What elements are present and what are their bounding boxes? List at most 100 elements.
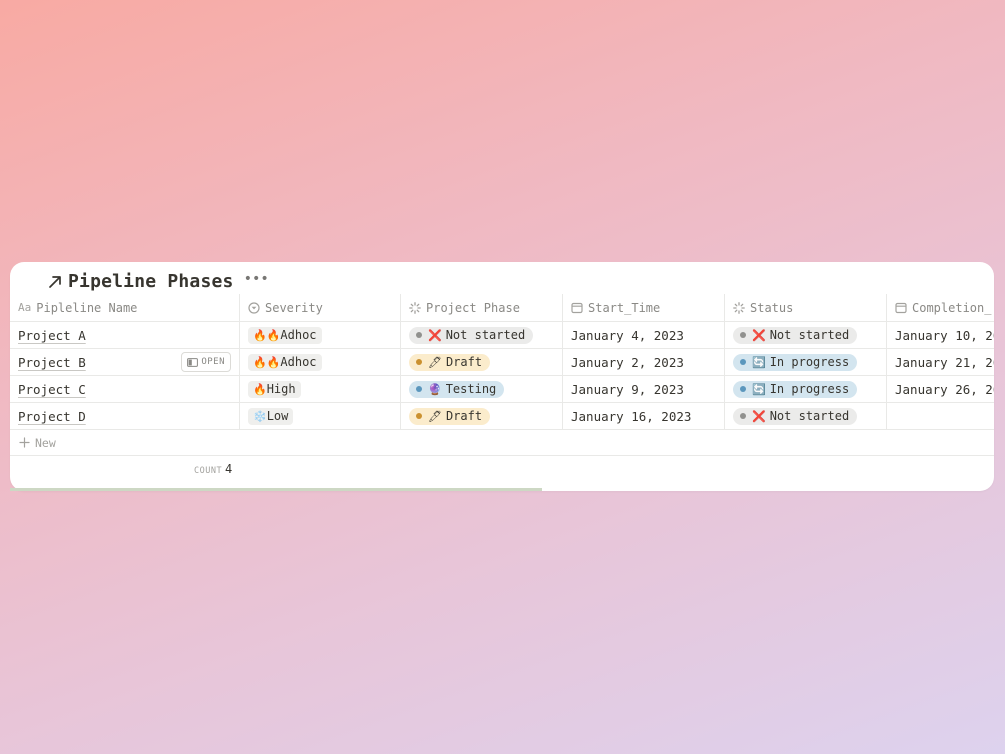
- phase-status-pill: 🖊 Draft: [409, 353, 491, 371]
- table-row[interactable]: Project D ❄️ Low 🖊 Draft January 16, 202…: [10, 403, 994, 430]
- more-options-icon[interactable]: •••: [244, 271, 269, 287]
- calendar-icon: [895, 302, 907, 314]
- cross-mark-icon: ❌: [428, 328, 442, 342]
- severity-cell[interactable]: 🔥🔥 Adhoc: [240, 349, 401, 375]
- severity-label: Adhoc: [280, 328, 317, 342]
- column-header-severity[interactable]: Severity: [240, 294, 401, 321]
- status-cell[interactable]: 🔄 In progress: [725, 376, 887, 402]
- column-header-status[interactable]: Status: [725, 294, 887, 321]
- severity-label: Adhoc: [280, 355, 317, 369]
- status-cell[interactable]: 🔄 In progress: [725, 349, 887, 375]
- status-dot-icon: [416, 413, 422, 419]
- completion-date: January 21, 20: [895, 354, 994, 370]
- text-property-icon: Aa: [18, 301, 32, 314]
- database-title[interactable]: Pipeline Phases: [68, 271, 234, 292]
- table-row[interactable]: Project B OPEN 🔥🔥 Adhoc 🖊 Draft January …: [10, 349, 994, 376]
- database-title-row: Pipeline Phases •••: [48, 268, 269, 294]
- table-row[interactable]: Project C 🔥 High 🔮 Testing January 9, 20…: [10, 376, 994, 403]
- name-cell[interactable]: Project C: [10, 376, 240, 402]
- fire-icon: 🔥🔥: [253, 328, 281, 342]
- row-title[interactable]: Project C: [18, 382, 86, 397]
- column-header-label: Completion_: [912, 300, 992, 315]
- completion-cell[interactable]: January 26, 20: [887, 376, 994, 402]
- status-property-icon: [733, 301, 745, 314]
- start-date: January 4, 2023: [571, 327, 684, 343]
- select-property-icon: [248, 301, 260, 314]
- status-dot-icon: [416, 359, 422, 365]
- linked-database-arrow-icon[interactable]: [48, 274, 62, 288]
- column-header-label: Status: [750, 300, 794, 315]
- calculation-row: COUNT 4: [10, 456, 994, 482]
- database-table: Aa Pipleline Name Severity Project Phase: [10, 294, 994, 482]
- completion-cell[interactable]: January 10, 20: [887, 322, 994, 348]
- completion-date: January 26, 20: [895, 381, 994, 397]
- status-dot-icon: [740, 386, 746, 392]
- fire-icon: 🔥: [253, 382, 267, 396]
- new-row-label: New: [35, 435, 56, 450]
- start-time-cell[interactable]: January 16, 2023: [563, 403, 725, 429]
- pen-icon: 🖊: [428, 409, 442, 423]
- name-cell[interactable]: Project B OPEN: [10, 349, 240, 375]
- open-page-button[interactable]: OPEN: [181, 352, 231, 372]
- open-button-label: OPEN: [201, 357, 225, 367]
- status-dot-icon: [740, 413, 746, 419]
- start-time-cell[interactable]: January 2, 2023: [563, 349, 725, 375]
- severity-label: Low: [266, 409, 289, 423]
- status-label: Not started: [769, 328, 850, 342]
- row-title[interactable]: Project A: [18, 328, 86, 343]
- column-header-completion[interactable]: Completion_: [887, 294, 994, 321]
- open-panel-icon: [187, 357, 199, 367]
- completion-cell[interactable]: January 21, 20: [887, 349, 994, 375]
- status-cell[interactable]: ❌ Not started: [725, 403, 887, 429]
- cross-mark-icon: ❌: [752, 409, 766, 423]
- phase-cell[interactable]: ❌ Not started: [401, 322, 563, 348]
- phase-cell[interactable]: 🔮 Testing: [401, 376, 563, 402]
- row-title[interactable]: Project D: [18, 409, 86, 424]
- severity-tag: 🔥🔥 Adhoc: [248, 326, 322, 344]
- row-title[interactable]: Project B: [18, 355, 86, 370]
- status-cell[interactable]: ❌ Not started: [725, 322, 887, 348]
- count-label[interactable]: COUNT: [194, 466, 222, 476]
- severity-tag: 🔥🔥 Adhoc: [248, 353, 322, 371]
- name-cell[interactable]: Project D: [10, 403, 240, 429]
- horizontal-scrollbar[interactable]: [10, 488, 542, 491]
- count-value: 4: [225, 462, 233, 476]
- crystal-ball-icon: 🔮: [428, 382, 442, 396]
- column-header-project-phase[interactable]: Project Phase: [401, 294, 563, 321]
- refresh-icon: 🔄: [752, 355, 766, 369]
- completion-cell[interactable]: [887, 403, 994, 429]
- column-header-label: Severity: [265, 300, 323, 315]
- severity-cell[interactable]: 🔥 High: [240, 376, 401, 402]
- severity-tag: 🔥 High: [248, 380, 301, 398]
- name-cell[interactable]: Project A: [10, 322, 240, 348]
- status-label: In progress: [769, 355, 850, 369]
- status-dot-icon: [740, 359, 746, 365]
- phase-status-pill: 🖊 Draft: [409, 407, 491, 425]
- severity-tag: ❄️ Low: [248, 407, 294, 425]
- severity-label: High: [266, 382, 296, 396]
- new-row-button[interactable]: New: [10, 430, 994, 456]
- phase-cell[interactable]: 🖊 Draft: [401, 403, 563, 429]
- start-time-cell[interactable]: January 9, 2023: [563, 376, 725, 402]
- table-row[interactable]: Project A 🔥🔥 Adhoc ❌ Not started January…: [10, 322, 994, 349]
- phase-status-pill: ❌ Not started: [409, 326, 534, 344]
- column-header-label: Start_Time: [588, 300, 661, 315]
- phase-cell[interactable]: 🖊 Draft: [401, 349, 563, 375]
- column-header-start-time[interactable]: Start_Time: [563, 294, 725, 321]
- start-time-cell[interactable]: January 4, 2023: [563, 322, 725, 348]
- status-dot-icon: [740, 332, 746, 338]
- status-dot-icon: [416, 332, 422, 338]
- status-label: Not started: [769, 409, 850, 423]
- status-pill: 🔄 In progress: [733, 353, 858, 371]
- start-date: January 16, 2023: [571, 408, 692, 424]
- severity-cell[interactable]: 🔥🔥 Adhoc: [240, 322, 401, 348]
- status-pill: ❌ Not started: [733, 326, 858, 344]
- snowflake-icon: ❄️: [253, 409, 267, 423]
- status-pill: 🔄 In progress: [733, 380, 858, 398]
- phase-status-pill: 🔮 Testing: [409, 380, 505, 398]
- completion-date: January 10, 20: [895, 327, 994, 343]
- status-property-icon: [409, 301, 421, 314]
- severity-cell[interactable]: ❄️ Low: [240, 403, 401, 429]
- start-date: January 9, 2023: [571, 381, 684, 397]
- column-header-name[interactable]: Aa Pipleline Name: [10, 294, 240, 321]
